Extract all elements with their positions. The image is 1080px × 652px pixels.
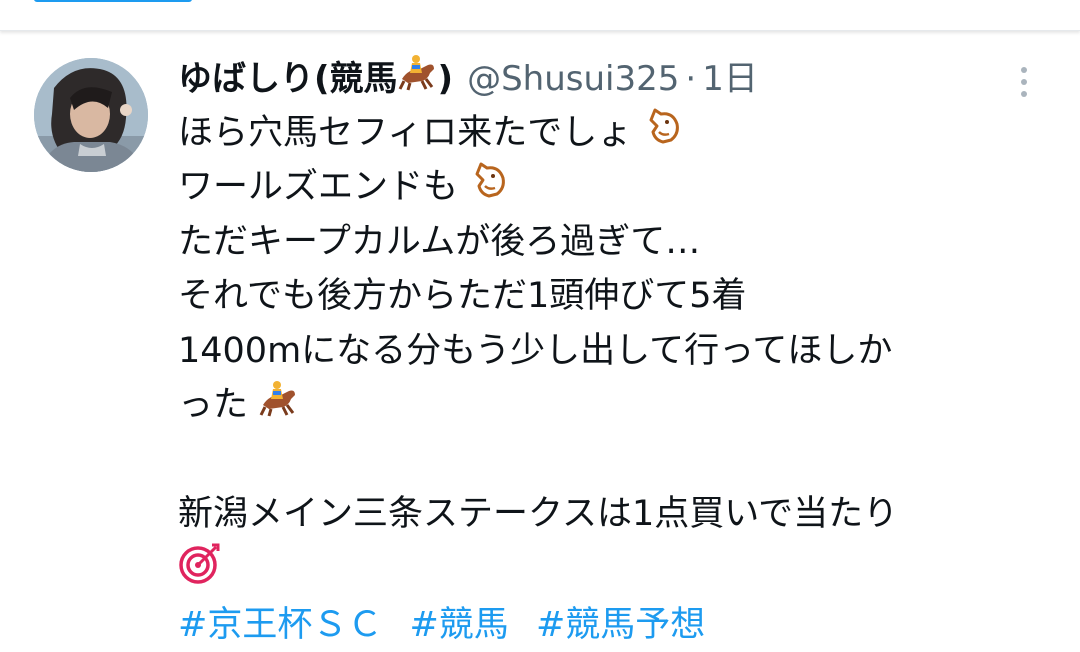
- tweet[interactable]: ゆばしり(競馬 ) @Shusui325 · 1日 ほら穴馬セフィロ来たでしょ: [0, 30, 1080, 645]
- header-separator: ·: [685, 59, 697, 99]
- avatar[interactable]: [34, 58, 148, 172]
- tweet-header: ゆばしり(競馬 ) @Shusui325 · 1日: [178, 54, 758, 104]
- tweet-line-9: [178, 541, 1058, 595]
- display-name-suffix: ): [437, 59, 454, 99]
- horse-racing-icon: [259, 379, 299, 433]
- tweet-line-4: それでも後方からただ1頭伸びて5着: [178, 276, 747, 317]
- tweet-text: ほら穴馬セフィロ来たでしょ ワールズエンドも ただキープカルムが後ろ過ぎて… そ…: [178, 106, 1058, 652]
- previous-tweet-edge: [0, 0, 1080, 31]
- hashtag-link[interactable]: #競馬予想: [536, 605, 705, 645]
- tweet-line-8: 新潟メイン三条ステークスは1点買いで当たり: [178, 493, 899, 534]
- previous-tweet-button-edge[interactable]: [34, 0, 192, 2]
- tweet-line-1: ほら穴馬セフィロ来たでしょ: [178, 106, 1058, 160]
- tweet-line-2-text: ワールズエンドも: [178, 167, 459, 208]
- direct-hit-icon: [178, 541, 222, 601]
- more-vertical-icon[interactable]: [1008, 60, 1040, 104]
- tweet-line-1-text: ほら穴馬セフィロ来たでしょ: [178, 113, 633, 154]
- timestamp[interactable]: 1日: [702, 54, 758, 104]
- display-name[interactable]: ゆばしり(競馬: [178, 54, 398, 104]
- tweet-line-6: った: [178, 378, 1058, 432]
- hashtag-link[interactable]: #京王杯ＳＣ: [178, 605, 382, 645]
- hashtag-list: #京王杯ＳＣ #競馬 #競馬予想: [178, 598, 1058, 652]
- tweet-line-2: ワールズエンドも: [178, 160, 1058, 214]
- tweet-line-3: ただキープカルムが後ろ過ぎて…: [178, 221, 701, 262]
- user-handle[interactable]: @Shusui325: [467, 54, 679, 104]
- horse-racing-icon: [398, 53, 438, 105]
- tweet-line-6-text: った: [178, 384, 249, 425]
- tweet-line-5: 1400mになる分もう少し出して行ってほしか: [178, 330, 893, 371]
- horse-face-icon: [643, 106, 683, 162]
- hashtag-link[interactable]: #競馬: [409, 605, 508, 645]
- horse-face-icon: [469, 160, 509, 216]
